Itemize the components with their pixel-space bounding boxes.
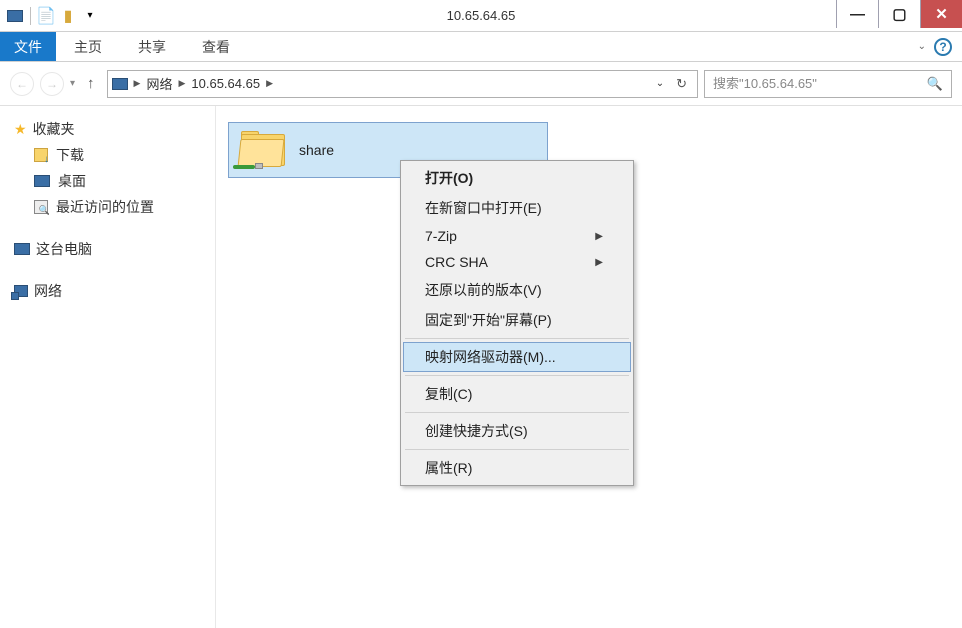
address-icon xyxy=(112,78,128,90)
menu-item-open[interactable]: 打开(O) xyxy=(403,163,631,193)
menu-separator xyxy=(405,375,629,376)
ribbon-tabs: 文件 主页 共享 查看 ⌄ ? xyxy=(0,32,962,62)
help-button[interactable]: ? xyxy=(934,38,952,56)
sidebar-item-label: 桌面 xyxy=(58,171,86,191)
menu-item-7zip[interactable]: 7-Zip▶ xyxy=(403,223,631,249)
sidebar-network-label: 网络 xyxy=(34,281,62,301)
close-button[interactable]: ✕ xyxy=(920,0,962,28)
qat-properties-icon[interactable]: 📄 xyxy=(37,7,55,25)
breadcrumb-separator[interactable]: ▶ xyxy=(266,78,273,89)
breadcrumb-host[interactable]: 10.65.64.65 xyxy=(191,76,260,91)
sidebar-group-favorites[interactable]: ★ 收藏夹 xyxy=(0,116,215,142)
menu-item-crc-sha[interactable]: CRC SHA▶ xyxy=(403,249,631,275)
search-input[interactable] xyxy=(713,76,927,91)
menu-separator xyxy=(405,449,629,450)
navigation-pane: ★ 收藏夹 下载 桌面 最近访问的位置 这台电脑 xyxy=(0,106,216,628)
window-icon xyxy=(6,7,24,25)
menu-item-copy[interactable]: 复制(C) xyxy=(403,379,631,409)
breadcrumb-separator[interactable]: ▶ xyxy=(178,78,185,89)
downloads-icon xyxy=(34,148,48,162)
shared-folder-icon xyxy=(239,131,287,169)
menu-separator xyxy=(405,338,629,339)
menu-item-restore-previous[interactable]: 还原以前的版本(V) xyxy=(403,275,631,305)
sidebar-item-label: 下载 xyxy=(56,145,84,165)
navigation-bar: ← → ▾ ↑ ▶ 网络 ▶ 10.65.64.65 ▶ ⌄ ↻ 🔍 xyxy=(0,62,962,106)
quick-access-toolbar: 📄 ▮ ▾ xyxy=(0,7,99,25)
menu-item-open-new-window[interactable]: 在新窗口中打开(E) xyxy=(403,193,631,223)
sidebar-favorites-label: 收藏夹 xyxy=(33,119,75,139)
window-controls: — ▢ ✕ xyxy=(836,0,962,31)
sidebar-item-label: 最近访问的位置 xyxy=(56,197,154,217)
submenu-arrow-icon: ▶ xyxy=(595,231,603,242)
title-bar: 📄 ▮ ▾ 10.65.64.65 — ▢ ✕ xyxy=(0,0,962,32)
refresh-button[interactable]: ↻ xyxy=(670,76,693,92)
breadcrumb-network[interactable]: 网络 xyxy=(146,74,172,93)
sidebar-this-pc-label: 这台电脑 xyxy=(36,239,92,259)
ribbon-tab-file[interactable]: 文件 xyxy=(0,32,56,61)
ribbon-expand-icon[interactable]: ⌄ xyxy=(918,41,926,52)
sidebar-item-desktop[interactable]: 桌面 xyxy=(0,168,215,194)
sidebar-item-network[interactable]: 网络 xyxy=(0,278,215,304)
qat-customize-icon[interactable]: ▾ xyxy=(81,7,99,25)
search-box[interactable]: 🔍 xyxy=(704,70,952,98)
breadcrumb-separator[interactable]: ▶ xyxy=(134,78,141,89)
nav-up-button[interactable]: ↑ xyxy=(81,75,101,92)
qat-newfolder-icon[interactable]: ▮ xyxy=(59,7,77,25)
nav-history-dropdown[interactable]: ▾ xyxy=(70,78,75,89)
window-title: 10.65.64.65 xyxy=(0,8,962,23)
nav-back-button[interactable]: ← xyxy=(10,72,34,96)
sidebar-item-downloads[interactable]: 下载 xyxy=(0,142,215,168)
address-bar[interactable]: ▶ 网络 ▶ 10.65.64.65 ▶ ⌄ ↻ xyxy=(107,70,698,98)
minimize-button[interactable]: — xyxy=(836,0,878,28)
address-dropdown-icon[interactable]: ⌄ xyxy=(656,78,664,89)
desktop-icon xyxy=(34,175,50,187)
context-menu: 打开(O) 在新窗口中打开(E) 7-Zip▶ CRC SHA▶ 还原以前的版本… xyxy=(400,160,634,486)
menu-item-pin-to-start[interactable]: 固定到"开始"屏幕(P) xyxy=(403,305,631,335)
menu-item-map-network-drive[interactable]: 映射网络驱动器(M)... xyxy=(403,342,631,372)
star-icon: ★ xyxy=(14,121,27,138)
sidebar-item-recent[interactable]: 最近访问的位置 xyxy=(0,194,215,220)
menu-separator xyxy=(405,412,629,413)
ribbon-tab-share[interactable]: 共享 xyxy=(120,32,184,61)
pc-icon xyxy=(14,243,30,255)
menu-item-create-shortcut[interactable]: 创建快捷方式(S) xyxy=(403,416,631,446)
submenu-arrow-icon: ▶ xyxy=(595,257,603,268)
recent-icon xyxy=(34,200,48,214)
ribbon-tab-home[interactable]: 主页 xyxy=(56,32,120,61)
sidebar-item-this-pc[interactable]: 这台电脑 xyxy=(0,236,215,262)
maximize-button[interactable]: ▢ xyxy=(878,0,920,28)
item-label: share xyxy=(299,142,334,158)
search-icon[interactable]: 🔍 xyxy=(927,76,943,92)
qat-separator xyxy=(30,7,31,25)
nav-forward-button[interactable]: → xyxy=(40,72,64,96)
menu-item-properties[interactable]: 属性(R) xyxy=(403,453,631,483)
ribbon-tab-view[interactable]: 查看 xyxy=(184,32,248,61)
network-icon xyxy=(14,285,28,297)
